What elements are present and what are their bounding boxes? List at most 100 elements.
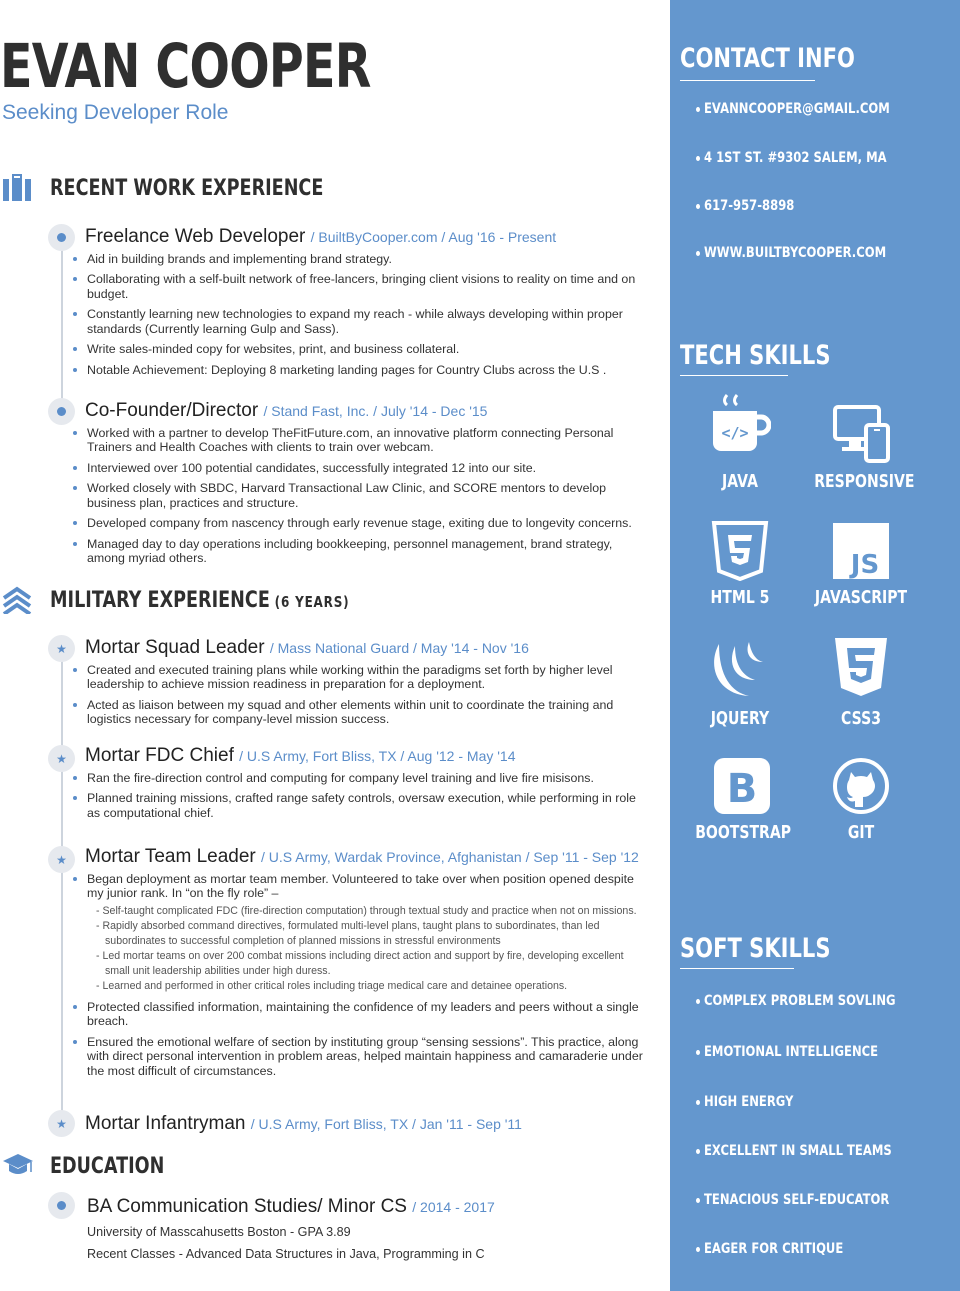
contact-address: 4 1ST ST. #9302 SALEM, MA [695,150,887,166]
job-squad-leader: Mortar Squad Leader / Mass National Guar… [73,637,645,733]
resume-tagline: Seeking Developer Role [2,101,229,124]
briefcase-icon [3,174,31,201]
soft-skill-item: EXCELLENT IN SMALL TEAMS [696,1143,892,1159]
skill-responsive: RESPONSIVE [801,393,921,491]
list-item: Constantly learning new technologies to … [73,307,645,336]
timeline-dot [48,1192,75,1219]
soft-skill-item: TENACIOUS SELF-EDUCATOR [696,1192,890,1208]
chevron-rank-icon [2,586,32,614]
git-icon [833,758,889,814]
skill-jquery: JQUERY [680,636,800,728]
contact-phone[interactable]: 617-957-8898 [696,199,794,214]
skill-java: </> JAVA [680,393,800,491]
skill-label: HTML 5 [710,587,770,608]
divider [680,968,794,969]
work-section-title: RECENT WORK EXPERIENCE [50,176,324,201]
svg-text:JS: JS [849,550,879,580]
school: University of Masscahusetts Boston - GPA… [87,1224,351,1239]
list-item: Write sales-minded copy for websites, pr… [73,342,645,357]
list-item: Protected classified information, mainta… [73,1000,645,1029]
work-timeline-line [61,238,63,414]
skill-label: CSS3 [841,708,881,729]
job-role: Mortar FDC Chief [85,745,234,766]
job-role: Mortar Team Leader [85,846,256,867]
job-meta: / U.S Army, Fort Bliss, TX / Aug '12 - M… [239,748,516,764]
javascript-icon: JS [833,523,889,580]
contact-website[interactable]: WWW.BUILTBYCOOPER.COM [696,246,886,261]
html5-icon [711,521,769,581]
skill-css3: CSS3 [801,636,921,728]
timeline-dot: ★ [48,1110,75,1137]
soft-skill-item: EMOTIONAL INTELLIGENCE [696,1044,879,1060]
java-icon: </> [713,394,771,451]
list-item: Planned training missions, crafted range… [73,791,645,820]
responsive-icon [833,405,890,463]
list-item: Began deployment as mortar team member. … [73,871,645,994]
soft-skills-title: SOFT SKILLS [680,933,831,964]
job-meta: / Stand Fast, Inc. / July '14 - Dec '15 [263,403,488,419]
skill-label: GIT [847,822,875,843]
sub-list-item: Self-taught complicated FDC (fire-direct… [87,904,645,919]
css3-icon [835,638,887,696]
job-role: Co-Founder/Director [85,400,259,421]
list-item: Developed company from nascency through … [73,516,645,531]
list-item: Notable Achievement: Deploying 8 marketi… [73,363,645,378]
divider [680,80,815,81]
timeline-dot: ★ [48,635,75,662]
skill-bootstrap: B BOOTSTRAP [682,756,802,842]
job-cofounder: Co-Founder/Director / Stand Fast, Inc. /… [73,400,645,572]
jquery-icon [714,642,763,696]
skill-javascript: JS JAVASCRIPT [801,521,921,607]
job-infantryman: Mortar Infantryman / U.S Army, Fort Blis… [85,1113,645,1135]
skill-label: JAVASCRIPT [814,587,908,608]
sub-list-item: Rapidly absorbed command directives, for… [87,919,645,949]
sub-list-item: Led mortar teams on over 200 combat miss… [87,949,645,979]
job-role: Freelance Web Developer [85,226,306,247]
list-item: Acted as liaison between my squad and ot… [73,698,645,727]
list-item-text: Began deployment as mortar team member. … [87,871,634,901]
list-item: Ran the fire-direction control and compu… [73,771,645,786]
recent-classes: Recent Classes - Advanced Data Structure… [87,1246,485,1261]
list-item: Worked with a partner to develop TheFitF… [73,426,645,455]
military-subtitle: (6 YEARS) [274,593,350,611]
soft-skill-item: COMPLEX PROBLEM SOVLING [695,993,896,1009]
list-item: Created and executed training plans whil… [73,663,645,692]
sub-list-item: Learned and performed in other critical … [87,979,645,994]
bootstrap-icon: B [714,758,770,814]
tech-skills-title: TECH SKILLS [680,340,831,371]
list-item: Aid in building brands and implementing … [73,252,645,267]
skill-label: RESPONSIVE [814,471,915,492]
degree-years: / 2014 - 2017 [412,1199,495,1215]
job-meta: / U.S Army, Wardak Province, Afghanistan… [261,849,639,865]
degree: BA Communication Studies/ Minor CS [87,1196,407,1217]
list-item: Ensured the emotional welfare of section… [73,1035,645,1079]
timeline-dot: ★ [48,745,75,772]
resume-name: EVAN COOPER [0,31,371,102]
military-title-text: MILITARY EXPERIENCE [50,588,270,613]
job-fdc-chief: Mortar FDC Chief / U.S Army, Fort Bliss,… [73,745,645,826]
sidebar: CONTACT INFO EVANNCOOPER@GMAIL.COM 4 1ST… [670,0,960,1291]
skill-git: GIT [801,756,921,842]
list-item: Managed day to day operations including … [73,537,645,566]
timeline-dot [48,224,75,251]
job-meta: / BuiltByCooper.com / Aug '16 - Present [310,229,557,245]
military-section-title: MILITARY EXPERIENCE (6 YEARS) [50,590,349,612]
contact-title: CONTACT INFO [680,43,855,74]
education-entry: BA Communication Studies/ Minor CS / 201… [87,1196,647,1265]
job-team-leader: Mortar Team Leader / U.S Army, Wardak Pr… [73,846,645,1084]
divider [680,375,788,376]
timeline-dot [48,398,75,425]
svg-text:B: B [727,766,758,812]
job-meta: / Mass National Guard / May '14 - Nov '1… [269,640,529,656]
skill-label: JAVA [722,471,758,492]
graduation-cap-icon [3,1154,33,1174]
soft-skill-item: EAGER FOR CRITIQUE [695,1241,844,1257]
job-meta: / U.S Army, Fort Bliss, TX / Jan '11 - S… [250,1116,522,1132]
education-section-title: EDUCATION [50,1154,165,1179]
job-role: Mortar Infantryman [85,1113,246,1134]
soft-skill-item: HIGH ENERGY [696,1094,794,1110]
contact-email[interactable]: EVANNCOOPER@GMAIL.COM [695,102,890,117]
list-item: Collaborating with a self-built network … [73,272,645,301]
job-role: Mortar Squad Leader [85,637,265,658]
skill-label: BOOTSTRAP [695,822,792,843]
